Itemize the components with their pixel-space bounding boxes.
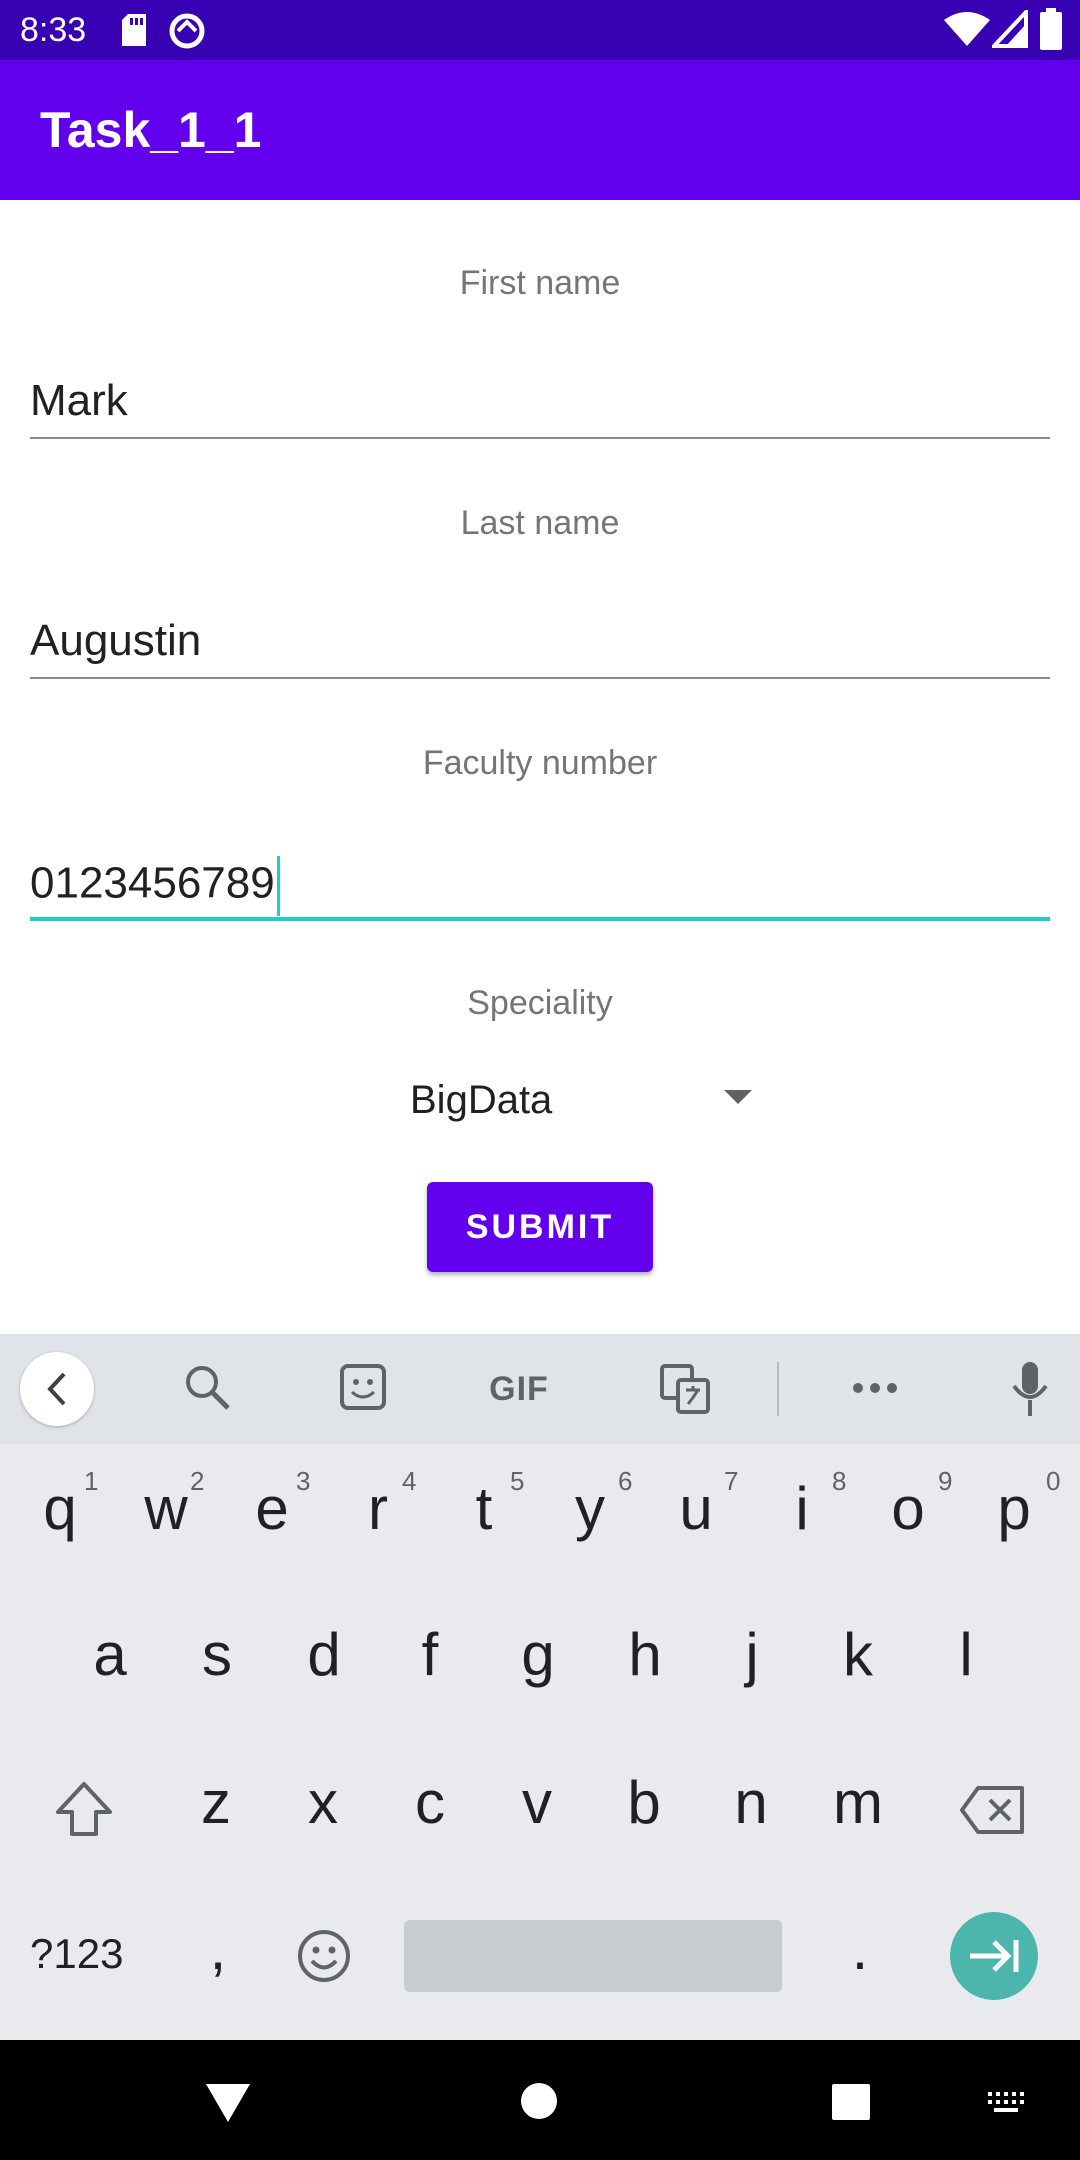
next-arrow-icon: [970, 1940, 1019, 1972]
last-name-label: Last name: [460, 504, 620, 542]
app-bar: Task_1_1: [0, 60, 1080, 200]
wifi-icon: [944, 12, 990, 46]
speciality-selected: BigData: [410, 1078, 553, 1122]
recents-nav-icon[interactable]: [832, 2084, 870, 2120]
key-o[interactable]: o: [868, 1474, 948, 1543]
key-hint-2: 2: [190, 1466, 205, 1496]
navigation-bar: [0, 2040, 1080, 2160]
symbols-key[interactable]: ?123: [30, 1930, 123, 1978]
microphone-icon[interactable]: [1010, 1360, 1050, 1418]
faculty-number-value: 0123456789: [30, 858, 275, 908]
faculty-number-label: Faculty number: [422, 744, 658, 782]
status-bar: 8:33: [0, 0, 1080, 60]
key-hint-4: 4: [402, 1466, 417, 1496]
home-nav-icon[interactable]: [520, 2082, 558, 2120]
key-f[interactable]: f: [390, 1620, 470, 1689]
period-key[interactable]: .: [820, 1914, 900, 1983]
key-hint-5: 5: [510, 1466, 525, 1496]
key-p[interactable]: p: [974, 1474, 1054, 1543]
key-hint-0: 0: [1046, 1466, 1061, 1496]
key-n[interactable]: n: [711, 1768, 791, 1837]
key-hint-6: 6: [618, 1466, 633, 1496]
key-hint-9: 9: [938, 1466, 953, 1496]
key-j[interactable]: j: [712, 1620, 792, 1689]
key-a[interactable]: a: [70, 1620, 150, 1689]
app-title: Task_1_1: [40, 102, 262, 158]
key-b[interactable]: b: [604, 1768, 684, 1837]
key-g[interactable]: g: [498, 1620, 578, 1689]
battery-icon: [1040, 8, 1062, 50]
key-hint-3: 3: [296, 1466, 311, 1496]
key-k[interactable]: k: [818, 1620, 898, 1689]
search-icon[interactable]: [182, 1362, 232, 1414]
submit-button[interactable]: SUBMIT: [427, 1182, 653, 1272]
comma-key[interactable]: ,: [178, 1914, 258, 1983]
key-d[interactable]: d: [284, 1620, 364, 1689]
last-name-underline: [30, 677, 1050, 679]
key-c[interactable]: c: [390, 1768, 470, 1837]
key-l[interactable]: l: [926, 1620, 1006, 1689]
key-i[interactable]: i: [762, 1474, 842, 1543]
text-cursor: [276, 856, 280, 916]
key-v[interactable]: v: [497, 1768, 577, 1837]
back-nav-icon[interactable]: [206, 2084, 250, 2122]
chevron-left-icon: [47, 1372, 66, 1406]
translate-icon[interactable]: [660, 1364, 710, 1414]
emoji-icon[interactable]: [296, 1928, 352, 1984]
first-name-underline: [30, 437, 1050, 439]
keyboard-back-button[interactable]: [20, 1352, 94, 1426]
first-name-label: First name: [459, 264, 621, 302]
space-key[interactable]: [404, 1920, 782, 1992]
data-saver-icon: [169, 13, 205, 49]
first-name-input[interactable]: Mark: [30, 376, 128, 426]
sticker-icon[interactable]: [338, 1362, 388, 1412]
keyboard-toolbar: GIF: [0, 1334, 1080, 1444]
cell-signal-icon: [992, 10, 1028, 48]
speciality-label: Speciality: [467, 984, 613, 1022]
faculty-number-input[interactable]: 0123456789: [30, 856, 280, 916]
soft-keyboard: GIF q w e r t y u i o p 1 2 3 4 5 6 7 8 …: [0, 1334, 1080, 2040]
keyboard-switch-icon[interactable]: [988, 2092, 1028, 2116]
sd-card-icon: [122, 14, 146, 46]
toolbar-divider: [777, 1362, 779, 1416]
key-s[interactable]: s: [177, 1620, 257, 1689]
key-hint-7: 7: [724, 1466, 739, 1496]
key-hint-8: 8: [832, 1466, 847, 1496]
shift-icon[interactable]: [52, 1780, 116, 1840]
enter-key[interactable]: [950, 1912, 1038, 2000]
last-name-input[interactable]: Augustin: [30, 616, 201, 666]
faculty-number-underline: [30, 917, 1050, 921]
key-x[interactable]: x: [283, 1768, 363, 1837]
key-h[interactable]: h: [605, 1620, 685, 1689]
dropdown-arrow-icon: [724, 1090, 752, 1104]
gif-button[interactable]: GIF: [484, 1356, 554, 1422]
more-icon[interactable]: [850, 1378, 900, 1398]
backspace-icon[interactable]: [958, 1784, 1028, 1836]
key-z[interactable]: z: [176, 1768, 256, 1837]
key-m[interactable]: m: [818, 1768, 898, 1837]
key-hint-1: 1: [84, 1466, 99, 1496]
status-time: 8:33: [20, 11, 87, 49]
